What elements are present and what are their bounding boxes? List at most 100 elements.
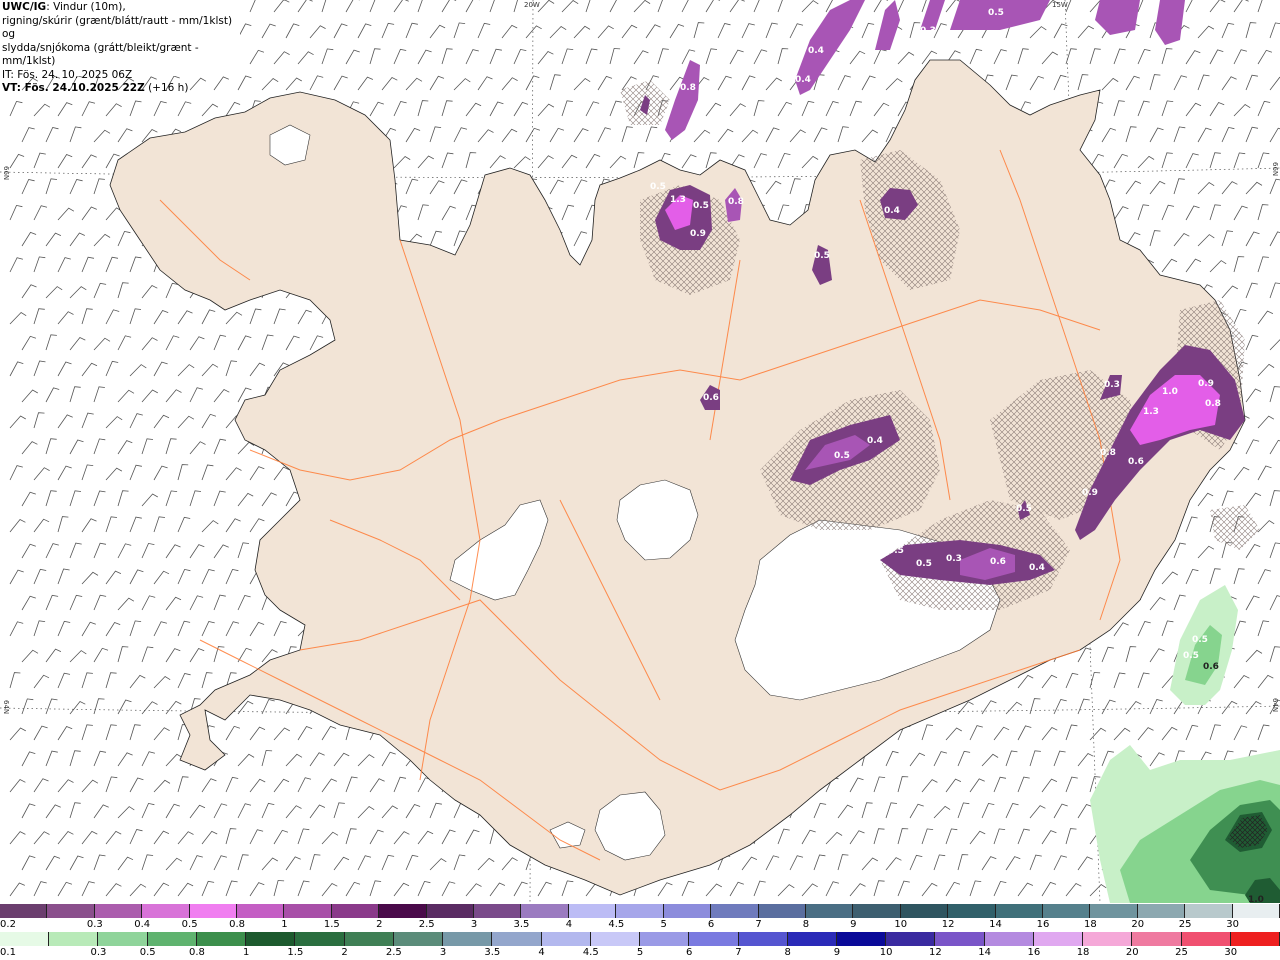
wind-barb — [129, 569, 144, 585]
colorbar-swatch — [0, 904, 48, 918]
snow-description: slydda/snjókoma (grátt/bleikt/grænt - mm… — [2, 41, 199, 68]
wind-barb — [141, 389, 158, 403]
wind-barb — [1245, 181, 1263, 195]
wind-barb — [21, 389, 38, 403]
colorbar-swatch — [344, 932, 394, 946]
colorbar-label: 2.5 — [418, 919, 435, 930]
wind-barb — [1245, 74, 1258, 91]
wind-barb — [93, 854, 106, 871]
wind-barb — [741, 75, 756, 91]
wind-barb — [201, 309, 216, 325]
wind-barb — [33, 568, 47, 585]
colorbar-swatch — [1132, 932, 1182, 946]
wind-barb — [1029, 26, 1047, 39]
precip-label: 0.6 — [1203, 662, 1219, 672]
lon-label-15w: 15W — [1052, 1, 1068, 9]
colorbar-label: 18 — [1076, 947, 1090, 958]
colorbar-swatch — [443, 932, 493, 946]
wind-barb — [261, 750, 273, 767]
wind-barb — [117, 806, 135, 819]
wind-barb — [213, 544, 229, 559]
wind-barb — [1257, 674, 1274, 689]
wind-barb — [393, 882, 410, 897]
colorbar-label: 0.4 — [134, 919, 151, 930]
wind-barb — [1173, 232, 1190, 247]
colorbar-label: 14 — [989, 919, 1002, 930]
colorbar-label: 0.5 — [181, 919, 198, 930]
wind-barb — [801, 155, 819, 169]
wind-barb — [1233, 674, 1250, 689]
wind-barb — [57, 830, 74, 845]
wind-barb — [189, 387, 204, 403]
wind-barb — [1041, 674, 1058, 689]
wind-barb — [9, 831, 26, 845]
wind-barb — [45, 648, 62, 663]
wind-barb — [1257, 100, 1271, 117]
wind-barb — [909, 752, 926, 767]
colorbar-swatch — [0, 932, 50, 946]
colorbar-label: 7 — [735, 947, 742, 958]
colorbar-label: 1.5 — [323, 919, 340, 930]
wind-barb — [1245, 282, 1258, 299]
wind-barb — [1269, 231, 1280, 247]
wind-barb — [1041, 51, 1058, 65]
wind-barb — [321, 831, 339, 845]
wind-barb — [777, 0, 783, 13]
wind-barb — [177, 101, 192, 117]
wind-barb — [45, 232, 62, 247]
colorbar-label: 16 — [1036, 919, 1050, 930]
wind-barb — [645, 126, 658, 143]
wind-barb — [369, 48, 381, 65]
wind-barb — [165, 544, 181, 559]
map-header: UWC/IG: Vindur (10m), rigning/skúrir (gr… — [0, 0, 240, 94]
wind-barb — [1053, 803, 1068, 819]
wind-barb — [1245, 544, 1261, 559]
wind-barb — [153, 516, 166, 533]
wind-barb — [609, 0, 617, 13]
wind-barb — [957, 802, 970, 819]
wind-barb — [93, 129, 111, 143]
wind-barb — [21, 803, 36, 819]
wind-barb — [1161, 726, 1178, 741]
wind-barb — [429, 802, 442, 819]
wind-barb — [1065, 48, 1077, 65]
precip-label: 0.8 — [680, 83, 696, 93]
colorbar-label: 0.5 — [139, 947, 156, 958]
wind-barb — [1269, 127, 1280, 143]
wind-barb — [153, 465, 168, 481]
wind-barb — [225, 518, 241, 533]
wind-barb — [345, 881, 361, 897]
wind-barb — [93, 542, 107, 559]
wind-barb — [849, 830, 865, 845]
wind-barb — [1269, 386, 1280, 403]
wind-barb — [1041, 726, 1058, 741]
wind-barb — [285, 856, 301, 871]
wind-barb — [417, 49, 432, 65]
wind-barb — [249, 882, 265, 897]
wind-barb — [333, 75, 348, 91]
wind-barb — [81, 206, 97, 221]
colorbar-label: 3.5 — [484, 947, 501, 958]
lat-label-left-66n: 66N — [2, 166, 10, 181]
wind-barb — [21, 855, 36, 871]
wind-barb — [249, 0, 256, 13]
wind-barb — [309, 752, 325, 767]
wind-barb — [93, 438, 106, 455]
wind-barb — [549, 127, 565, 143]
rain-colorbar — [0, 932, 1280, 946]
wind-barb — [1101, 646, 1114, 663]
wind-barb — [969, 778, 985, 793]
wind-barb — [129, 777, 144, 793]
wind-barb — [45, 438, 57, 455]
wind-barb — [1161, 48, 1173, 65]
colorbar-swatch — [590, 932, 641, 946]
colorbar-swatch — [758, 904, 806, 918]
wind-barb — [1269, 339, 1280, 351]
colorbar-label: 10 — [879, 947, 893, 958]
wind-barb — [1221, 22, 1235, 39]
wind-barb — [201, 413, 217, 429]
wind-barb — [21, 335, 37, 351]
legend: 0.2 0.3 0.4 0.5 0.8 1 1.5 2 2.5 3 3.5 4 4.5 5 6 7 8 9 10 12… — [0, 903, 1280, 960]
wind-barb — [849, 50, 866, 65]
wind-barb — [225, 311, 243, 325]
